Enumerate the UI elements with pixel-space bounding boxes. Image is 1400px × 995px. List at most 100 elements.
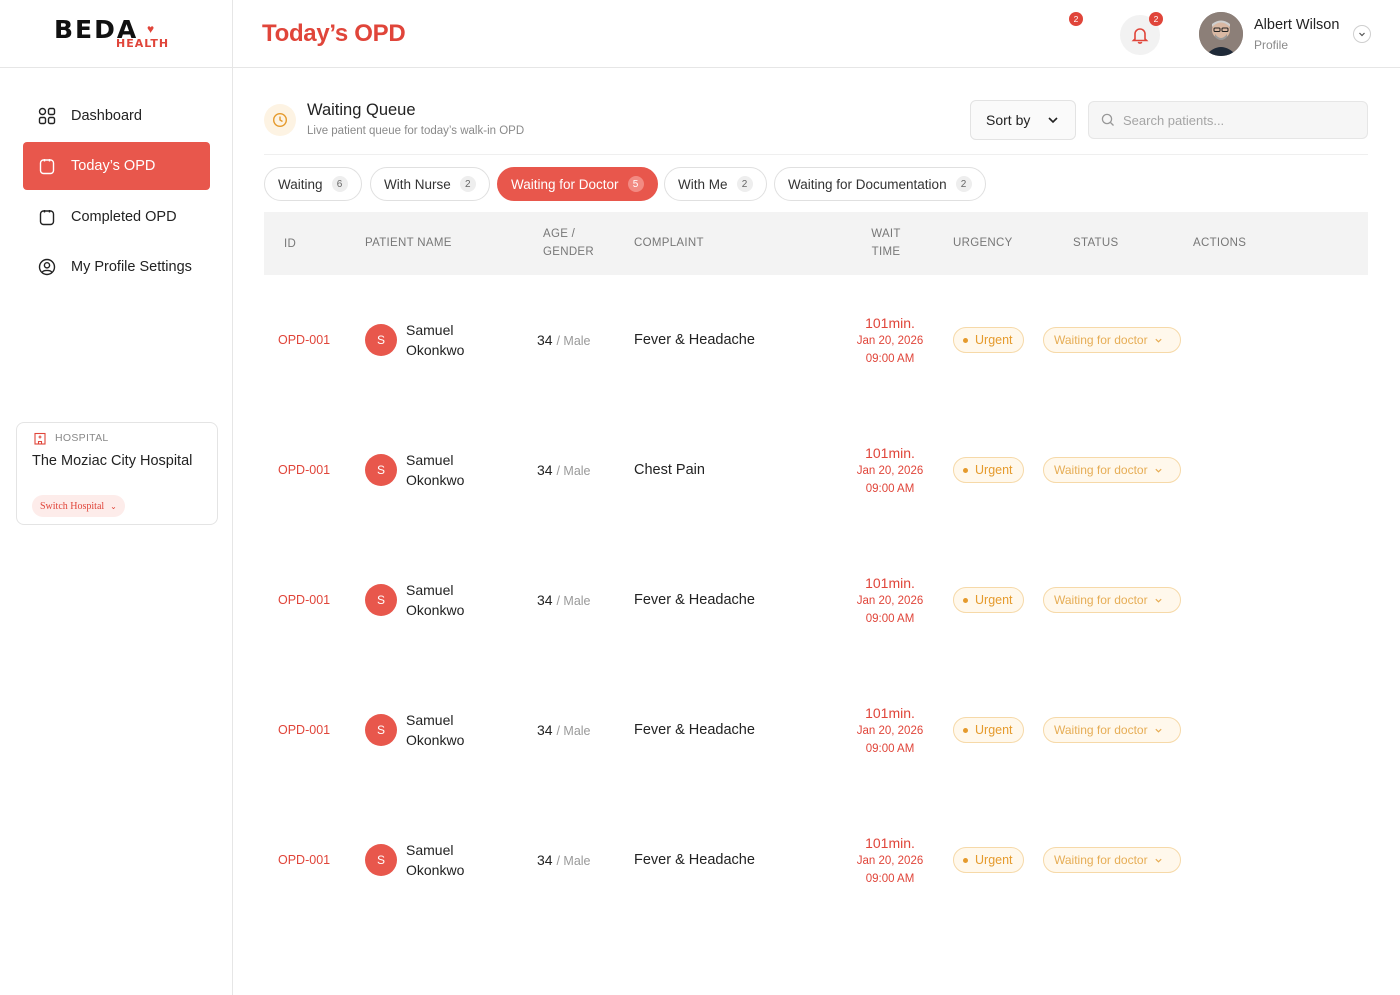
- hospital-label: HOSPITAL: [33, 431, 109, 445]
- patient-id[interactable]: OPD-001: [278, 723, 330, 737]
- patient-gender: / Male: [556, 854, 591, 868]
- grid-icon: [38, 107, 56, 125]
- column-header-patient-name: PATIENT NAME: [365, 237, 452, 249]
- sidebar: BEDA ♥ HEALTH Dashboard Today’s OPD Comp…: [0, 0, 233, 995]
- hospital-name: The Moziac City Hospital: [32, 453, 193, 469]
- status-dropdown[interactable]: Waiting for doctor: [1043, 587, 1181, 613]
- chevron-down-icon: [1154, 858, 1162, 863]
- status-dropdown[interactable]: Waiting for doctor: [1043, 457, 1181, 483]
- queue-subtitle: Live patient queue for today’s walk-in O…: [307, 125, 525, 137]
- table-row[interactable]: OPD-001 S Samuel Okonkwo 34 / Male Fever…: [264, 795, 1368, 925]
- wait-date: Jan 20, 2026: [856, 855, 924, 867]
- patient-id[interactable]: OPD-001: [278, 853, 330, 867]
- patient-complaint: Fever & Headache: [634, 722, 755, 738]
- tab-waiting-for-doctor[interactable]: Waiting for Doctor 5: [497, 167, 658, 201]
- patient-name[interactable]: Samuel Okonkwo: [406, 580, 496, 620]
- user-menu-toggle[interactable]: [1353, 25, 1371, 43]
- alert-badge[interactable]: 2: [1069, 12, 1083, 26]
- column-header-status: STATUS: [1073, 237, 1119, 249]
- tab-with-nurse[interactable]: With Nurse 2: [370, 167, 490, 201]
- chevron-down-icon: [1154, 598, 1162, 603]
- status-dot-icon: [963, 337, 968, 343]
- urgency-label: Urgent: [975, 723, 1013, 737]
- tab-label: With Me: [678, 176, 728, 192]
- column-header-wait-line1: WAIT: [871, 228, 901, 240]
- urgency-badge: Urgent: [953, 587, 1024, 613]
- switch-hospital-button[interactable]: Switch Hospital ⌄: [32, 495, 125, 517]
- patient-avatar: S: [365, 324, 397, 356]
- table-row[interactable]: OPD-001 S Samuel Okonkwo 34 / Male Fever…: [264, 665, 1368, 795]
- wait-minutes: 101min.: [865, 315, 915, 331]
- patient-name[interactable]: Samuel Okonkwo: [406, 320, 496, 360]
- queue-title: Waiting Queue: [307, 101, 416, 119]
- urgency-label: Urgent: [975, 593, 1013, 607]
- sidebar-item-label: My Profile Settings: [71, 259, 192, 275]
- column-header-age-line1: AGE /: [543, 228, 576, 240]
- status-dot-icon: [963, 467, 968, 473]
- patient-id[interactable]: OPD-001: [278, 333, 330, 347]
- tab-label: With Nurse: [384, 176, 451, 192]
- clipboard-icon: [38, 208, 56, 226]
- sidebar-item-label: Today’s OPD: [71, 158, 156, 174]
- clock-icon: [264, 104, 296, 136]
- status-dot-icon: [963, 857, 968, 863]
- wait-minutes: 101min.: [865, 445, 915, 461]
- patient-id[interactable]: OPD-001: [278, 463, 330, 477]
- patient-avatar: S: [365, 454, 397, 486]
- patient-complaint: Chest Pain: [634, 462, 705, 478]
- wait-clock: 09:00 AM: [865, 743, 915, 755]
- table-row[interactable]: OPD-001 S Samuel Okonkwo 34 / Male Fever…: [264, 275, 1368, 405]
- sort-by-dropdown[interactable]: Sort by: [970, 100, 1076, 140]
- tab-label: Waiting for Documentation: [788, 176, 947, 192]
- table-row[interactable]: OPD-001 S Samuel Okonkwo 34 / Male Chest…: [264, 405, 1368, 535]
- patient-last-name: Okonkwo: [406, 862, 465, 878]
- search-box[interactable]: [1088, 101, 1368, 139]
- patient-name[interactable]: Samuel Okonkwo: [406, 710, 496, 750]
- patient-name[interactable]: Samuel Okonkwo: [406, 840, 496, 880]
- user-name: Albert Wilson: [1254, 17, 1340, 33]
- brand-logo[interactable]: BEDA ♥ HEALTH: [54, 17, 180, 53]
- patient-complaint: Fever & Headache: [634, 332, 755, 348]
- wait-clock: 09:00 AM: [865, 353, 915, 365]
- wait-minutes: 101min.: [865, 705, 915, 721]
- patient-avatar: S: [365, 844, 397, 876]
- status-dropdown[interactable]: Waiting for doctor: [1043, 847, 1181, 873]
- status-dropdown[interactable]: Waiting for doctor: [1043, 327, 1181, 353]
- patient-complaint: Fever & Headache: [634, 852, 755, 868]
- sidebar-item-profile-settings[interactable]: My Profile Settings: [23, 243, 210, 291]
- tab-waiting[interactable]: Waiting 6: [264, 167, 362, 201]
- search-input[interactable]: [1123, 112, 1353, 128]
- wait-clock: 09:00 AM: [865, 873, 915, 885]
- urgency-badge: Urgent: [953, 457, 1024, 483]
- patient-last-name: Okonkwo: [406, 342, 465, 358]
- hospital-icon: [34, 432, 46, 445]
- sidebar-item-dashboard[interactable]: Dashboard: [23, 92, 210, 140]
- header-divider: [233, 67, 1400, 68]
- wait-minutes: 101min.: [865, 835, 915, 851]
- patient-age-gender: 34 / Male: [537, 592, 591, 608]
- sidebar-item-todays-opd[interactable]: Today’s OPD: [23, 142, 210, 190]
- user-circle-icon: [38, 258, 56, 276]
- sidebar-item-completed-opd[interactable]: Completed OPD: [23, 193, 210, 241]
- chevron-down-icon: [1154, 338, 1162, 343]
- sidebar-divider: [0, 67, 233, 68]
- tab-label: Waiting: [278, 176, 323, 192]
- wait-date: Jan 20, 2026: [856, 465, 924, 477]
- patient-age: 34: [537, 462, 553, 478]
- table-row[interactable]: OPD-001 S Samuel Okonkwo 34 / Male Fever…: [264, 535, 1368, 665]
- brand-sub: HEALTH: [116, 37, 170, 50]
- column-header-urgency: URGENCY: [953, 237, 1013, 249]
- patient-name[interactable]: Samuel Okonkwo: [406, 450, 496, 490]
- tab-with-me[interactable]: With Me 2: [664, 167, 767, 201]
- patient-gender: / Male: [556, 334, 591, 348]
- patient-gender: / Male: [556, 464, 591, 478]
- bell-icon: [1131, 28, 1149, 44]
- section-divider: [264, 154, 1368, 155]
- patient-avatar: S: [365, 714, 397, 746]
- table-header: ID PATIENT NAME AGE / GENDER COMPLAINT W…: [264, 212, 1368, 275]
- tab-waiting-for-documentation[interactable]: Waiting for Documentation 2: [774, 167, 986, 201]
- status-dropdown[interactable]: Waiting for doctor: [1043, 717, 1181, 743]
- patient-id[interactable]: OPD-001: [278, 593, 330, 607]
- column-header-age-line2: GENDER: [543, 246, 595, 258]
- user-avatar[interactable]: [1199, 12, 1243, 56]
